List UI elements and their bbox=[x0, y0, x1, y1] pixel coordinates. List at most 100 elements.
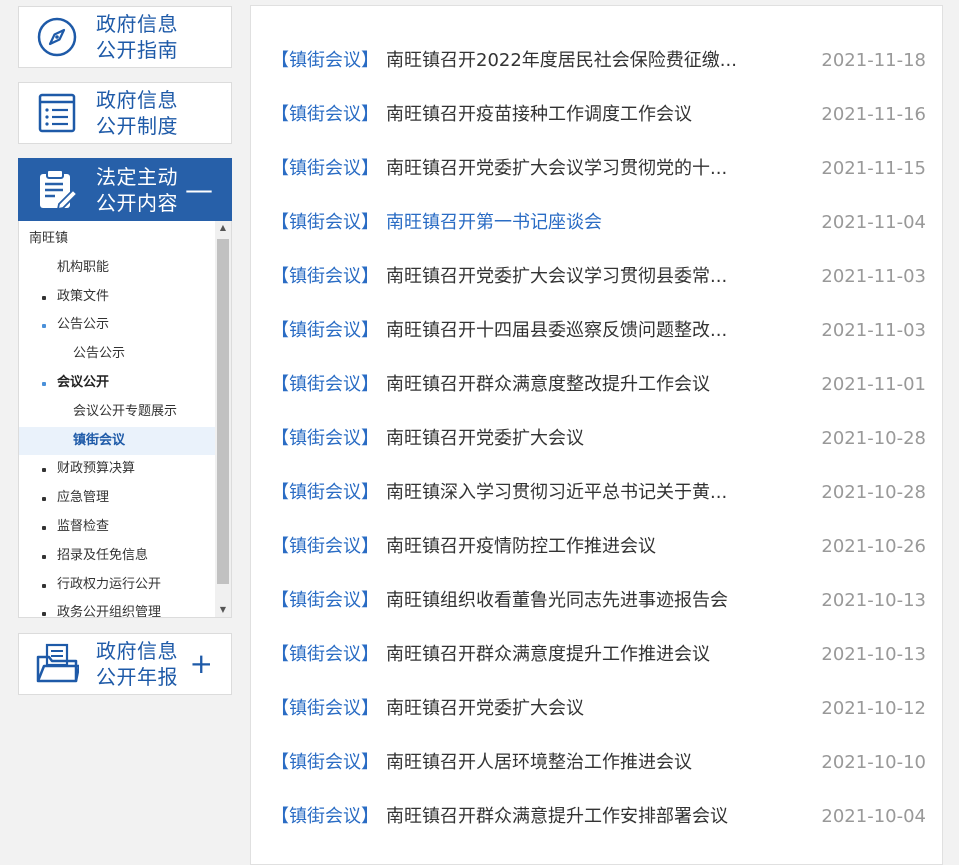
nav-card-system[interactable]: 政府信息 公开制度 bbox=[18, 82, 232, 144]
news-date: 2021-11-01 bbox=[821, 374, 926, 395]
tree-item-town[interactable]: 南旺镇 bbox=[19, 225, 215, 254]
nav-card-legal[interactable]: 法定主动 公开内容 — bbox=[18, 158, 232, 221]
nav-card-legal-title: 法定主动 公开内容 bbox=[96, 164, 178, 216]
news-item[interactable]: 【镇街会议】 南旺镇深入学习贯彻习近平总书记关于黄... 2021-10-28 bbox=[251, 466, 942, 520]
news-title-link[interactable]: 南旺镇召开疫苗接种工作调度工作会议 bbox=[386, 88, 766, 142]
nav-card-legal-line1: 法定主动 bbox=[96, 164, 178, 189]
news-item[interactable]: 【镇街会议】 南旺镇召开群众满意度提升工作推进会议 2021-10-13 bbox=[251, 628, 942, 682]
news-title-link[interactable]: 南旺镇召开党委扩大会议学习贯彻县委常... bbox=[386, 250, 766, 304]
news-item[interactable]: 【镇街会议】 南旺镇召开十四届县委巡察反馈问题整改... 2021-11-03 bbox=[251, 304, 942, 358]
news-category-tag[interactable]: 【镇街会议】 bbox=[271, 682, 379, 736]
tree-item-emergency[interactable]: 应急管理 bbox=[19, 484, 215, 513]
tree-item-announcements[interactable]: 公告公示 bbox=[19, 311, 215, 340]
news-category-tag[interactable]: 【镇街会议】 bbox=[271, 250, 379, 304]
tree-scrollbar[interactable]: ▲ ▼ bbox=[215, 221, 231, 617]
bullet-icon bbox=[42, 525, 46, 530]
collapse-icon[interactable]: — bbox=[185, 175, 213, 204]
news-date: 2021-10-26 bbox=[821, 536, 926, 557]
news-list: 【镇街会议】 南旺镇召开2022年度居民社会保险费征缴... 2021-11-18 【… bbox=[251, 34, 942, 844]
nav-card-annual-title: 政府信息 公开年报 bbox=[96, 638, 178, 690]
news-category-tag[interactable]: 【镇街会议】 bbox=[271, 466, 379, 520]
news-category-tag[interactable]: 【镇街会议】 bbox=[271, 520, 379, 574]
nav-card-annual[interactable]: 政府信息 公开年报 + bbox=[18, 633, 232, 695]
clipboard-edit-icon bbox=[40, 168, 79, 210]
news-title-link[interactable]: 南旺镇深入学习贯彻习近平总书记关于黄... bbox=[386, 466, 766, 520]
tree-item-meetings[interactable]: 会议公开 bbox=[19, 369, 215, 398]
news-item[interactable]: 【镇街会议】 南旺镇召开党委扩大会议 2021-10-12 bbox=[251, 682, 942, 736]
news-category-tag[interactable]: 【镇街会议】 bbox=[271, 790, 379, 844]
news-date: 2021-10-13 bbox=[821, 644, 926, 665]
news-category-tag[interactable]: 【镇街会议】 bbox=[271, 304, 379, 358]
tree-item-recruitment[interactable]: 招录及任免信息 bbox=[19, 542, 215, 571]
news-category-tag[interactable]: 【镇街会议】 bbox=[271, 574, 379, 628]
news-category-tag[interactable]: 【镇街会议】 bbox=[271, 736, 379, 790]
tree-item-label: 南旺镇 bbox=[29, 231, 69, 246]
scroll-down-arrow-icon[interactable]: ▼ bbox=[215, 603, 231, 617]
news-date: 2021-11-18 bbox=[821, 50, 926, 71]
folder-document-icon bbox=[36, 643, 79, 683]
news-title-link[interactable]: 南旺镇召开党委扩大会议 bbox=[386, 412, 766, 466]
news-category-tag[interactable]: 【镇街会议】 bbox=[271, 88, 379, 142]
news-category-tag[interactable]: 【镇街会议】 bbox=[271, 196, 379, 250]
news-title-link[interactable]: 南旺镇组织收看董鲁光同志先进事迹报告会 bbox=[386, 574, 766, 628]
tree-item-meeting-showcase[interactable]: 会议公开专题展示 bbox=[19, 398, 215, 427]
news-item[interactable]: 【镇街会议】 南旺镇召开第一书记座谈会 2021-11-04 bbox=[251, 196, 942, 250]
nav-card-system-title: 政府信息 公开制度 bbox=[96, 87, 178, 139]
news-item[interactable]: 【镇街会议】 南旺镇召开疫情防控工作推进会议 2021-10-26 bbox=[251, 520, 942, 574]
news-category-tag[interactable]: 【镇街会议】 bbox=[271, 34, 379, 88]
tree-item-label: 应急管理 bbox=[57, 490, 110, 506]
tree-item-label: 行政权力运行公开 bbox=[57, 576, 162, 592]
news-title-link[interactable]: 南旺镇召开疫情防控工作推进会议 bbox=[386, 520, 766, 574]
news-item[interactable]: 【镇街会议】 南旺镇组织收看董鲁光同志先进事迹报告会 2021-10-13 bbox=[251, 574, 942, 628]
news-item[interactable]: 【镇街会议】 南旺镇召开党委扩大会议学习贯彻县委常... 2021-11-03 bbox=[251, 250, 942, 304]
bullet-icon bbox=[42, 295, 46, 300]
nav-card-annual-line1: 政府信息 bbox=[96, 639, 178, 663]
tree-item-town-meetings[interactable]: 镇街会议 bbox=[19, 426, 215, 456]
scrollbar-thumb[interactable] bbox=[217, 239, 229, 584]
news-category-tag[interactable]: 【镇街会议】 bbox=[271, 412, 379, 466]
tree-item-budget[interactable]: 财政预算决算 bbox=[19, 455, 215, 484]
news-date: 2021-11-03 bbox=[821, 266, 926, 287]
news-category-tag[interactable]: 【镇街会议】 bbox=[271, 358, 379, 412]
news-title-link[interactable]: 南旺镇召开党委扩大会议 bbox=[386, 682, 766, 736]
news-title-link[interactable]: 南旺镇召开群众满意度提升工作推进会议 bbox=[386, 628, 766, 682]
news-title-link[interactable]: 南旺镇召开2022年度居民社会保险费征缴... bbox=[386, 34, 766, 88]
bullet-icon bbox=[42, 324, 46, 329]
news-title-link[interactable]: 南旺镇召开十四届县委巡察反馈问题整改... bbox=[386, 304, 766, 358]
tree-item-label: 公告公示 bbox=[57, 317, 110, 333]
news-item[interactable]: 【镇街会议】 南旺镇召开2022年度居民社会保险费征缴... 2021-11-18 bbox=[251, 34, 942, 88]
document-list-icon bbox=[38, 93, 76, 133]
news-title-link[interactable]: 南旺镇召开群众满意度整改提升工作会议 bbox=[386, 358, 766, 412]
tree-item-admin-power[interactable]: 行政权力运行公开 bbox=[19, 571, 215, 600]
news-category-tag[interactable]: 【镇街会议】 bbox=[271, 628, 379, 682]
tree-item-supervision[interactable]: 监督检查 bbox=[19, 513, 215, 542]
news-date: 2021-11-15 bbox=[821, 158, 926, 179]
tree-item-policy-files[interactable]: 政策文件 bbox=[19, 283, 215, 312]
nav-card-guide-line1: 政府信息 bbox=[96, 12, 178, 36]
news-item[interactable]: 【镇街会议】 南旺镇召开人居环境整治工作推进会议 2021-10-10 bbox=[251, 736, 942, 790]
news-date: 2021-10-12 bbox=[821, 698, 926, 719]
nav-card-annual-line2: 公开年报 bbox=[96, 665, 178, 689]
expand-icon[interactable]: + bbox=[190, 650, 213, 678]
news-date: 2021-10-28 bbox=[821, 482, 926, 503]
scroll-up-arrow-icon[interactable]: ▲ bbox=[215, 221, 231, 235]
nav-card-system-line2: 公开制度 bbox=[96, 114, 178, 138]
news-item[interactable]: 【镇街会议】 南旺镇召开党委扩大会议 2021-10-28 bbox=[251, 412, 942, 466]
news-category-tag[interactable]: 【镇街会议】 bbox=[271, 142, 379, 196]
tree-item-org-management[interactable]: 政务公开组织管理 bbox=[19, 599, 215, 617]
tree-item-announcements-sub[interactable]: 公告公示 bbox=[19, 340, 215, 369]
news-item[interactable]: 【镇街会议】 南旺镇召开群众满意提升工作安排部署会议 2021-10-04 bbox=[251, 790, 942, 844]
news-item[interactable]: 【镇街会议】 南旺镇召开党委扩大会议学习贯彻党的十... 2021-11-15 bbox=[251, 142, 942, 196]
news-title-link[interactable]: 南旺镇召开人居环境整治工作推进会议 bbox=[386, 736, 766, 790]
news-item[interactable]: 【镇街会议】 南旺镇召开疫苗接种工作调度工作会议 2021-11-16 bbox=[251, 88, 942, 142]
tree-item-label: 会议公开专题展示 bbox=[73, 403, 178, 419]
news-panel: 【镇街会议】 南旺镇召开2022年度居民社会保险费征缴... 2021-11-18 【… bbox=[250, 5, 943, 865]
news-title-link[interactable]: 南旺镇召开群众满意提升工作安排部署会议 bbox=[386, 790, 766, 844]
news-item[interactable]: 【镇街会议】 南旺镇召开群众满意度整改提升工作会议 2021-11-01 bbox=[251, 358, 942, 412]
news-title-link[interactable]: 南旺镇召开党委扩大会议学习贯彻党的十... bbox=[386, 142, 766, 196]
nav-card-guide-title: 政府信息 公开指南 bbox=[96, 11, 178, 63]
nav-card-guide[interactable]: 政府信息 公开指南 bbox=[18, 6, 232, 68]
bullet-icon bbox=[42, 497, 46, 502]
news-title-link[interactable]: 南旺镇召开第一书记座谈会 bbox=[386, 196, 766, 250]
tree-item-functions[interactable]: 机构职能 bbox=[19, 254, 215, 283]
